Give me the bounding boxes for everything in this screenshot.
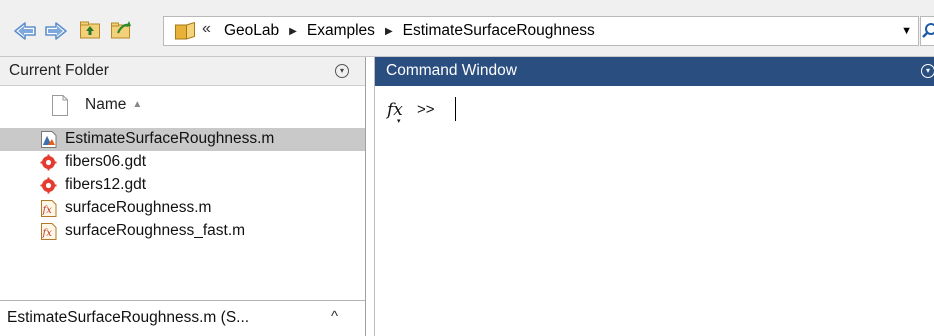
browse-folder-icon xyxy=(111,21,131,39)
forward-arrow-icon xyxy=(45,22,67,40)
gdt-data-icon xyxy=(40,154,57,171)
file-row-fibers06[interactable]: fibers06.gdt xyxy=(0,151,365,174)
up-folder-icon xyxy=(80,21,100,39)
column-header-name[interactable]: Name ▲ xyxy=(85,96,142,114)
current-folder-panel: Current Folder ▾ Name ▲ EstimateSurfaceRo… xyxy=(0,57,366,336)
address-path-field[interactable]: « GeoLab ▶ Examples ▶ EstimateSurfaceRou… xyxy=(163,16,919,46)
breadcrumb-separator-icon[interactable]: ▶ xyxy=(289,26,297,37)
overflow-chevron[interactable]: « xyxy=(202,20,211,38)
breadcrumb: GeoLab ▶ Examples ▶ EstimateSurfaceRough… xyxy=(222,22,597,40)
folder-icon xyxy=(175,22,195,40)
search-icon xyxy=(922,23,934,38)
file-name: surfaceRoughness.m xyxy=(65,199,212,216)
file-list: EstimateSurfaceRoughness.m fibers06.gdt xyxy=(0,128,365,243)
function-file-icon: fx xyxy=(41,223,57,240)
address-dropdown-icon[interactable]: ▼ xyxy=(901,25,912,37)
breadcrumb-item-geolab[interactable]: GeoLab xyxy=(222,22,281,40)
up-one-level-button[interactable] xyxy=(79,20,101,40)
file-name: fibers06.gdt xyxy=(65,153,146,170)
text-cursor[interactable] xyxy=(455,97,456,121)
sort-ascending-icon: ▲ xyxy=(132,99,143,110)
file-row-estimatesurfaceroughness[interactable]: EstimateSurfaceRoughness.m xyxy=(0,128,365,151)
file-name: fibers12.gdt xyxy=(65,176,146,193)
back-arrow-icon xyxy=(14,22,36,40)
svg-text:fx: fx xyxy=(42,205,53,216)
breadcrumb-item-estimatesurfaceroughness[interactable]: EstimateSurfaceRoughness xyxy=(401,22,597,40)
command-window-actions-button[interactable]: ▾ xyxy=(921,64,934,78)
back-button[interactable] xyxy=(13,19,37,43)
command-window-header: Command Window ▾ xyxy=(375,57,934,86)
command-window-panel[interactable]: Command Window ▾ fx ▾ >> xyxy=(374,57,934,336)
breadcrumb-item-examples[interactable]: Examples xyxy=(305,22,377,40)
command-prompt: >> xyxy=(417,101,435,118)
details-file-label: EstimateSurfaceRoughness.m (S... xyxy=(7,309,250,326)
column-header-name-label: Name xyxy=(85,96,127,113)
gdt-data-icon xyxy=(40,177,57,194)
panel-title: Command Window xyxy=(386,62,517,79)
file-name: EstimateSurfaceRoughness.m xyxy=(65,130,275,147)
file-row-fibers12[interactable]: fibers12.gdt xyxy=(0,174,365,197)
details-bar[interactable]: EstimateSurfaceRoughness.m (S... ^ xyxy=(0,300,365,336)
column-select-icon[interactable] xyxy=(52,95,68,116)
svg-text:fx: fx xyxy=(42,228,53,239)
function-file-icon: fx xyxy=(41,200,57,217)
column-header-row: Name ▲ xyxy=(0,86,365,124)
file-row-surfaceroughness[interactable]: fx surfaceRoughness.m xyxy=(0,197,365,220)
file-name: surfaceRoughness_fast.m xyxy=(65,222,246,239)
live-script-icon xyxy=(41,131,57,148)
expand-details-icon[interactable]: ^ xyxy=(331,308,338,325)
file-row-surfaceroughness-fast[interactable]: fx surfaceRoughness_fast.m xyxy=(0,220,365,243)
browse-for-folder-button[interactable] xyxy=(110,20,132,40)
panel-title: Current Folder xyxy=(9,62,109,79)
address-toolbar: « GeoLab ▶ Examples ▶ EstimateSurfaceRou… xyxy=(0,0,934,57)
current-folder-actions-button[interactable]: ▾ xyxy=(335,64,349,78)
current-folder-header: Current Folder ▾ xyxy=(0,57,365,86)
forward-button[interactable] xyxy=(44,19,68,43)
chevron-down-icon[interactable]: ▾ xyxy=(397,117,401,125)
breadcrumb-separator-icon[interactable]: ▶ xyxy=(385,26,393,37)
search-button[interactable] xyxy=(920,16,934,46)
